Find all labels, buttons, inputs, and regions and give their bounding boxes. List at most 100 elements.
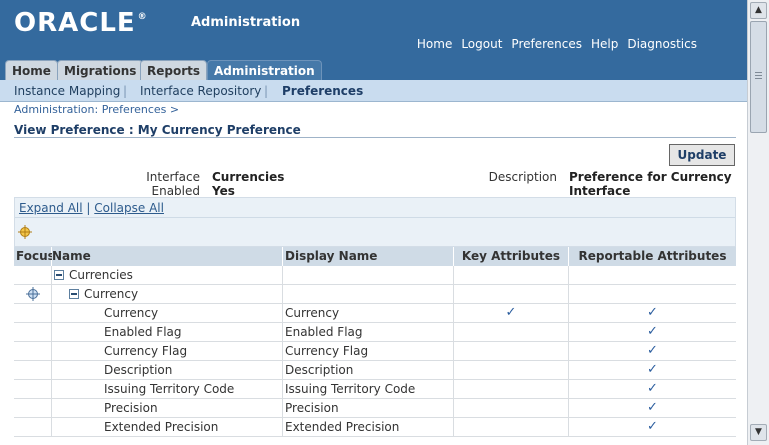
key-attribute-cell <box>454 285 569 304</box>
name-cell: Enabled Flag <box>52 323 283 342</box>
global-link-diagnostics[interactable]: Diagnostics <box>627 37 697 51</box>
subtab-interface-repository[interactable]: Interface Repository <box>140 84 261 98</box>
breadcrumb[interactable]: Administration: Preferences > <box>14 103 179 116</box>
reportable-attribute-check-icon: ✓ <box>647 343 658 358</box>
reportable-attribute-check-icon: ✓ <box>647 362 658 377</box>
reportable-attribute-check-icon: ✓ <box>647 305 658 320</box>
tab-migrations[interactable]: Migrations <box>57 60 144 80</box>
global-link-help[interactable]: Help <box>591 37 618 51</box>
page-title: View Preference : My Currency Preference <box>14 123 301 137</box>
reportable-attribute-check-icon: ✓ <box>647 400 658 415</box>
reportable-attribute-check-icon: ✓ <box>647 324 658 339</box>
focus-cell <box>14 399 52 418</box>
controls-divider <box>15 217 735 218</box>
display-name-cell: Extended Precision <box>283 418 454 437</box>
display-name-cell: Enabled Flag <box>283 323 454 342</box>
tab-reports[interactable]: Reports <box>140 60 208 80</box>
table-row: Issuing Territory Code Issuing Territory… <box>14 380 736 399</box>
name-cell: Precision <box>52 399 283 418</box>
focus-root-icon[interactable] <box>18 225 32 242</box>
key-attribute-cell <box>454 399 569 418</box>
display-name-cell: Issuing Territory Code <box>283 380 454 399</box>
focus-icon[interactable] <box>25 287 40 301</box>
interface-label: Interface <box>146 170 200 184</box>
display-name-cell <box>283 266 454 285</box>
name-cell: Extended Precision <box>52 418 283 437</box>
key-attribute-check-icon: ✓ <box>454 304 569 323</box>
focus-cell <box>14 418 52 437</box>
column-header-display-name: Display Name <box>283 247 454 266</box>
reportable-attribute-cell <box>569 266 736 285</box>
column-header-name: Name <box>52 247 283 266</box>
column-header-key-attributes: Key Attributes <box>454 247 569 266</box>
tab-home[interactable]: Home <box>5 60 58 80</box>
scrollbar-thumb[interactable] <box>750 21 767 133</box>
focus-cell <box>14 285 52 304</box>
header-banner: ORACLE ® Administration Home Logout Prefe… <box>0 0 747 58</box>
reportable-attribute-check-icon: ✓ <box>647 419 658 434</box>
scroll-down-arrow-icon[interactable]: ▼ <box>750 424 767 441</box>
expand-collapse-links: Expand All | Collapse All <box>19 201 164 215</box>
description-value-line-1: Preference for Currency <box>569 170 732 184</box>
interface-value: Currencies <box>212 170 285 184</box>
column-header-reportable-attributes: Reportable Attributes <box>569 247 736 266</box>
name-cell: Currency <box>52 304 283 323</box>
key-attribute-cell <box>454 361 569 380</box>
subtab-instance-mapping[interactable]: Instance Mapping <box>14 84 120 98</box>
table-row: Description Description ✓ <box>14 361 736 380</box>
global-link-home[interactable]: Home <box>417 37 452 51</box>
key-attribute-cell <box>454 266 569 285</box>
name-cell: Currency <box>52 285 283 304</box>
oracle-logo: ORACLE ® <box>14 8 148 38</box>
focus-cell <box>14 304 52 323</box>
collapse-icon[interactable] <box>54 269 64 280</box>
global-links: Home Logout Preferences Help Diagnostics <box>417 37 697 51</box>
collapse-all-link[interactable]: Collapse All <box>94 201 164 215</box>
enabled-value: Yes <box>212 184 235 198</box>
name-cell: Issuing Territory Code <box>52 380 283 399</box>
display-name-cell: Description <box>283 361 454 380</box>
description-value-line-2: Interface <box>569 184 631 198</box>
subtab-separator: | <box>264 84 269 98</box>
key-attribute-cell <box>454 323 569 342</box>
key-attribute-cell <box>454 380 569 399</box>
tree-controls: Expand All | Collapse All <box>14 197 736 247</box>
reportable-attribute-cell <box>569 285 736 304</box>
name-cell: Currency Flag <box>52 342 283 361</box>
focus-cell <box>14 266 52 285</box>
global-link-preferences[interactable]: Preferences <box>511 37 582 51</box>
scroll-up-arrow-icon[interactable]: ▲ <box>750 2 767 19</box>
expand-all-link[interactable]: Expand All <box>19 201 83 215</box>
table-row: Currencies <box>14 266 736 285</box>
tab-bar: Home Migrations Reports Administration <box>0 58 747 80</box>
focus-cell <box>14 342 52 361</box>
key-attribute-cell <box>454 342 569 361</box>
table-row: Enabled Flag Enabled Flag ✓ <box>14 323 736 342</box>
update-button[interactable]: Update <box>669 144 735 166</box>
vertical-scrollbar[interactable]: ▲ ▼ <box>747 0 769 445</box>
name-cell: Description <box>52 361 283 380</box>
subtab-preferences[interactable]: Preferences <box>282 84 363 98</box>
global-link-logout[interactable]: Logout <box>461 37 502 51</box>
key-attribute-cell <box>454 418 569 437</box>
reportable-attribute-check-icon: ✓ <box>647 381 658 396</box>
link-separator: | <box>86 201 91 215</box>
app-title: Administration <box>191 15 301 30</box>
focus-cell <box>14 380 52 399</box>
display-name-cell: Currency Flag <box>283 342 454 361</box>
subtab-bar: Instance Mapping | Interface Repository … <box>0 80 747 102</box>
subtab-separator: | <box>123 84 128 98</box>
display-name-cell <box>283 285 454 304</box>
title-divider <box>14 137 736 138</box>
description-label: Description <box>488 170 557 184</box>
name-cell: Currencies <box>52 266 283 285</box>
table-row: Precision Precision ✓ <box>14 399 736 418</box>
table-row: Currency Currency ✓ ✓ <box>14 304 736 323</box>
display-name-cell: Precision <box>283 399 454 418</box>
table-row: Extended Precision Extended Precision ✓ <box>14 418 736 437</box>
tab-administration[interactable]: Administration <box>207 60 322 80</box>
display-name-cell: Currency <box>283 304 454 323</box>
collapse-icon[interactable] <box>69 288 79 299</box>
table-row: Currency Flag Currency Flag ✓ <box>14 342 736 361</box>
table-row: Currency <box>14 285 736 304</box>
